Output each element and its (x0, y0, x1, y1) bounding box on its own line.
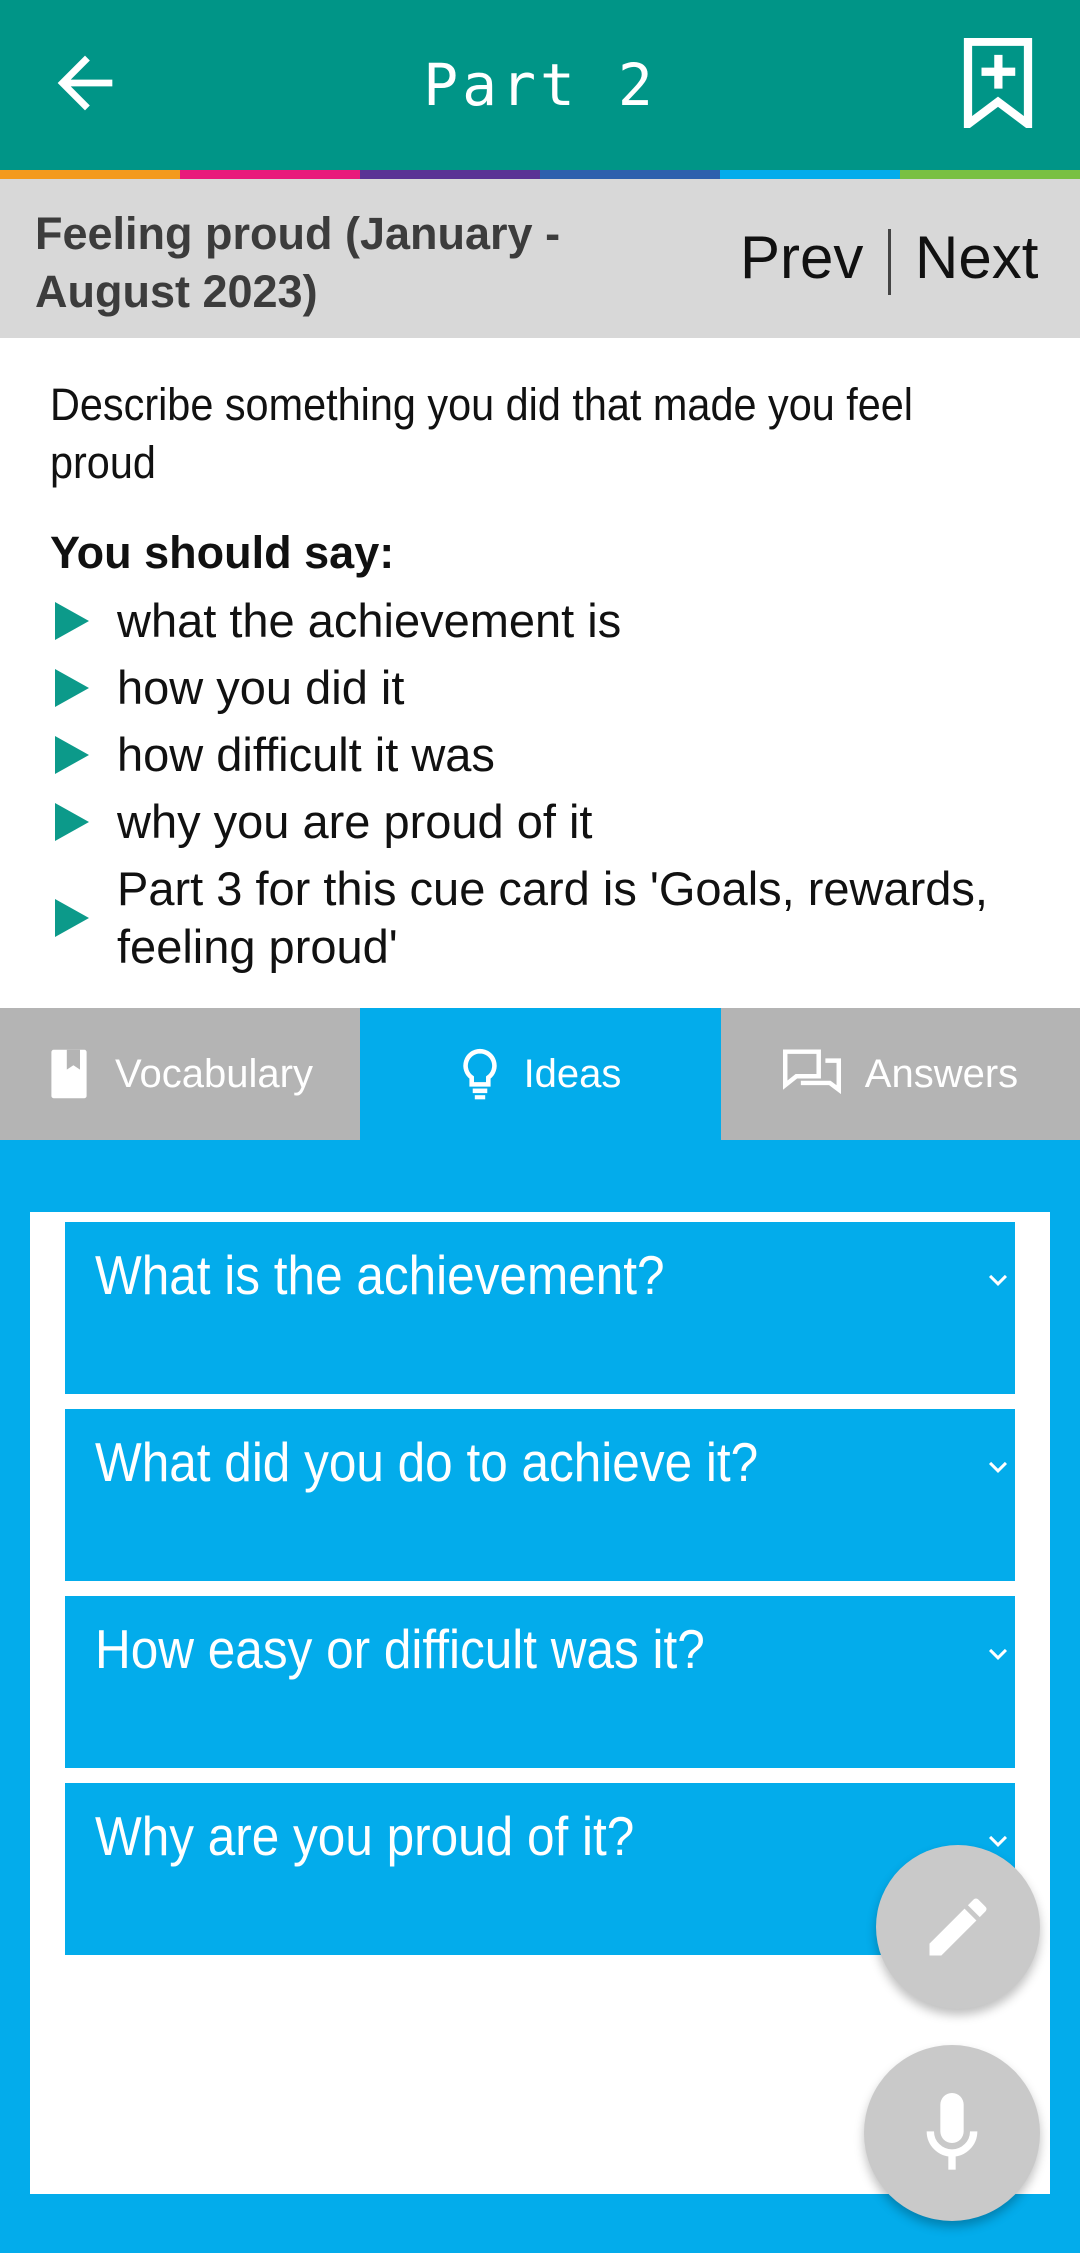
bookmark-add-icon (963, 37, 1033, 133)
cue-card: Describe something you did that made you… (0, 338, 1080, 1008)
microphone-icon (926, 2093, 978, 2170)
tab-answers[interactable]: Answers (721, 1008, 1080, 1140)
tab-vocabulary[interactable]: Vocabulary (0, 1008, 360, 1140)
play-triangle-icon (55, 669, 89, 707)
page-title: Part 2 (423, 51, 657, 119)
chevron-down-icon[interactable] (980, 1262, 1016, 1298)
topic-bar: Feeling proud (January - August 2023) Pr… (0, 179, 1080, 338)
play-triangle-icon (55, 803, 89, 841)
microphone-fab-button[interactable] (864, 2045, 1040, 2221)
strip-green (900, 170, 1080, 179)
question-accordion[interactable]: What is the achievement? (65, 1222, 1015, 1394)
ideas-panel: What is the achievement? What did you do… (30, 1212, 1050, 2194)
chevron-down-icon[interactable] (980, 1636, 1016, 1672)
strip-orange (0, 170, 180, 179)
edit-fab-button[interactable] (876, 1845, 1040, 2009)
color-strip (0, 170, 1080, 179)
bookmark-button[interactable] (958, 37, 1038, 133)
tab-label: Ideas (523, 1051, 622, 1096)
play-triangle-icon (55, 602, 89, 640)
question-accordion[interactable]: Why are you proud of it? (65, 1783, 1015, 1955)
play-triangle-icon (55, 736, 89, 774)
question-accordion[interactable]: What did you do to achieve it? (65, 1409, 1015, 1581)
book-icon (51, 1049, 87, 1099)
lightbulb-icon (462, 1048, 497, 1100)
cue-card-prompt: Describe something you did that made you… (50, 379, 914, 488)
strip-blue (540, 170, 720, 179)
tab-ideas[interactable]: Ideas (361, 1008, 720, 1140)
bullet-text: why you are proud of it (117, 795, 593, 848)
pencil-icon (929, 1898, 987, 1956)
strip-purple (360, 170, 540, 179)
bullet-text: how difficult it was (117, 728, 495, 781)
tab-label: Answers (864, 1051, 1019, 1096)
prev-button[interactable]: Prev (740, 223, 863, 293)
next-button[interactable]: Next (915, 223, 1038, 293)
topic-title: Feeling proud (January - August 2023) (35, 208, 561, 317)
bullet-text: Part 3 for this cue card is 'Goals, rewa… (117, 862, 988, 973)
chat-bubbles-icon (782, 1049, 841, 1095)
bullet-text: what the achievement is (117, 594, 622, 647)
strip-cyan (720, 170, 900, 179)
bullet-text: how you did it (117, 661, 405, 714)
nav-divider (888, 229, 891, 295)
question-text: What is the achievement? (95, 1244, 665, 1306)
should-say-heading: You should say: (50, 527, 395, 578)
tab-bar: Vocabulary Ideas Answers (0, 1008, 1080, 1140)
strip-pink (180, 170, 360, 179)
question-accordion[interactable]: How easy or difficult was it? (65, 1596, 1015, 1768)
tab-label: Vocabulary (115, 1051, 313, 1096)
play-triangle-icon (55, 899, 89, 937)
app-bar: Part 2 (0, 0, 1080, 170)
question-text: What did you do to achieve it? (95, 1431, 759, 1493)
question-text: How easy or difficult was it? (95, 1618, 705, 1680)
question-text: Why are you proud of it? (95, 1805, 635, 1867)
chevron-down-icon[interactable] (980, 1449, 1016, 1485)
